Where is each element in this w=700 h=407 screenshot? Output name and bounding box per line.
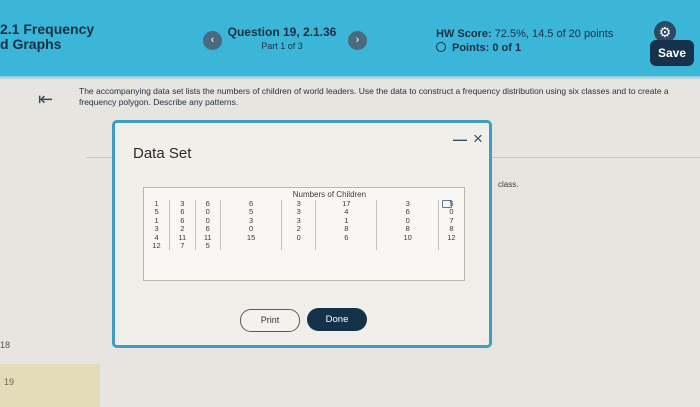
next-question-button[interactable]: ›: [348, 31, 367, 50]
sidebar-item-19-label: 19: [4, 377, 15, 387]
chevron-left-icon: ‹: [210, 34, 215, 46]
table-cell: 0: [281, 233, 316, 243]
table-row: 56053460: [144, 207, 464, 217]
question-part: Part 1 of 3: [261, 41, 303, 51]
table-cell: [437, 242, 464, 251]
course-title: 2.1 Frequency d Graphs: [0, 22, 94, 52]
table-cell: 15: [219, 233, 282, 243]
table-row: 4 11 11 15 0 6 10 12: [144, 233, 464, 243]
table-cell: 12: [437, 233, 464, 243]
hw-score: HW Score: 72.5%, 14.5 of 20 points: [436, 28, 613, 40]
table-cell: 7: [169, 241, 195, 251]
obscured-text: class.: [498, 180, 519, 189]
course-title-line2: d Graphs: [0, 36, 62, 52]
table-cell: 6: [315, 233, 377, 243]
table-row: 1 3 6 6 3 17 3 5: [144, 199, 464, 209]
table-cell: [315, 242, 377, 251]
gear-icon: ⚙: [658, 24, 672, 40]
table-cell: [219, 242, 282, 251]
table-row: 16033107: [144, 216, 464, 226]
print-button[interactable]: Print: [240, 309, 300, 332]
hw-score-value: 72.5%, 14.5 of 20 points: [494, 28, 614, 40]
table-cell: 10: [376, 233, 439, 243]
sidebar-item-19[interactable]: 19: [0, 364, 100, 407]
data-set-dialog: Data Set — × Numbers of Children 1 3 6 6 3 17…: [112, 120, 492, 348]
previous-question-button[interactable]: ‹: [203, 31, 222, 50]
close-icon[interactable]: ×: [473, 129, 483, 149]
sidebar-item-18[interactable]: 18: [0, 340, 10, 350]
hw-score-label: HW Score:: [436, 28, 492, 40]
table-cell: 12: [152, 241, 161, 251]
table-cell: 5: [194, 241, 221, 251]
back-to-start-icon[interactable]: ⇤: [38, 89, 53, 110]
course-title-line1: 2.1 Frequency: [0, 21, 95, 37]
table-row: 32602888: [144, 224, 464, 234]
question-title: Question 19, 2.1.36: [227, 25, 337, 39]
top-bar-fade: [0, 76, 700, 80]
copy-data-icon[interactable]: [442, 200, 452, 208]
points-status: Points: 0 of 1: [436, 42, 521, 54]
table-cell: [376, 242, 439, 251]
table-cell: [281, 242, 316, 251]
chevron-right-icon: ›: [355, 34, 360, 46]
done-button[interactable]: Done: [307, 308, 367, 331]
status-ring-icon: [436, 42, 446, 52]
points-label: Points: 0 of 1: [452, 42, 522, 54]
question-instructions: The accompanying data set lists the numb…: [79, 86, 669, 107]
data-table: Numbers of Children 1 3 6 6 3 17 3 5 5 6 0 5 3 4 6 0 1 6 0…: [143, 187, 465, 281]
save-button[interactable]: Save: [650, 40, 694, 66]
dialog-title: Data Set: [133, 145, 192, 162]
minimize-icon[interactable]: —: [453, 131, 467, 147]
table-row: 12 7 5: [144, 241, 464, 251]
